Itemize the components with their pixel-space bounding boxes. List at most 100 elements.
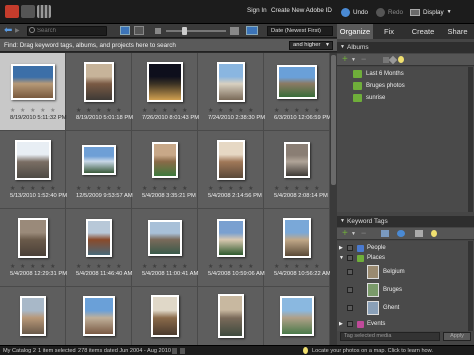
photo-thumbnail[interactable] [18, 218, 48, 258]
lightbulb-icon[interactable] [431, 230, 437, 237]
apply-button[interactable]: Apply [443, 332, 471, 341]
rating-stars[interactable]: ★ ★ ★ ★ ★ [76, 185, 123, 192]
back-arrow-icon[interactable]: ⬅ [4, 25, 12, 36]
photo-cell[interactable] [66, 287, 132, 345]
rating-stars[interactable]: ★ ★ ★ ★ ★ [142, 185, 189, 192]
tag-category-people[interactable]: ▶ People [337, 244, 467, 253]
rating-stars[interactable]: ★ ★ ★ ★ ★ [208, 107, 255, 114]
app-menu-icon[interactable] [5, 5, 19, 18]
photo-thumbnail[interactable] [148, 220, 182, 256]
add-album-icon[interactable]: + [342, 54, 348, 65]
checkbox[interactable] [347, 321, 353, 327]
album-item[interactable]: Last 6 Months [353, 69, 404, 79]
photo-cell[interactable]: ★ ★ ★ ★ ★ 6/3/2010 12:06:59 PM [264, 53, 330, 131]
sort-order-select[interactable]: Date (Newest First) [267, 26, 333, 36]
photo-thumbnail[interactable] [218, 294, 244, 338]
photo-cell[interactable]: ★ ★ ★ ★ ★ 5/4/2008 11:00:41 AM [132, 209, 198, 287]
tag-icon[interactable] [381, 230, 389, 237]
rating-stars[interactable]: ★ ★ ★ ★ ★ [274, 107, 321, 114]
photo-thumbnail[interactable] [217, 219, 245, 257]
zoom-slider[interactable] [166, 27, 226, 35]
tab-share[interactable]: Share [441, 24, 474, 39]
grid-icon[interactable] [37, 5, 51, 18]
thumbnail-view-icon[interactable] [120, 26, 130, 35]
delete-icon[interactable]: − [361, 228, 366, 239]
photo-thumbnail[interactable] [152, 142, 178, 178]
checkbox[interactable] [347, 287, 353, 293]
rating-stars[interactable]: ★ ★ ★ ★ ★ [10, 185, 57, 192]
rating-stars[interactable]: ★ ★ ★ ★ ★ [274, 185, 321, 192]
tags-scrollbar[interactable] [468, 241, 473, 331]
photo-cell[interactable]: ★ ★ ★ ★ ★ 5/4/2008 2:08:14 PM [264, 131, 330, 209]
tag-bruges[interactable]: Bruges [337, 283, 467, 299]
photo-thumbnail[interactable] [20, 296, 46, 336]
tab-fix[interactable]: Fix [373, 24, 405, 39]
sign-in-link[interactable]: Sign In [247, 7, 267, 14]
delete-icon[interactable]: − [361, 54, 366, 65]
full-screen-icon[interactable] [246, 26, 258, 35]
checkbox[interactable] [347, 305, 353, 311]
rating-stars[interactable]: ★ ★ ★ ★ ★ [10, 263, 57, 270]
scrollbar-thumb[interactable] [331, 55, 336, 185]
photo-cell[interactable]: ★ ★ ★ ★ ★ 8/19/2010 5:11:32 PM [0, 53, 67, 131]
album-item[interactable]: sunrise [353, 93, 385, 103]
photo-thumbnail[interactable] [15, 140, 51, 180]
photo-cell[interactable]: ★ ★ ★ ★ ★ 5/4/2008 10:59:06 AM [198, 209, 265, 287]
photo-thumbnail[interactable] [283, 218, 311, 258]
list-view-icon[interactable] [134, 26, 144, 35]
photo-thumbnail[interactable] [86, 219, 112, 257]
rating-stars[interactable]: ★ ★ ★ ★ ★ [208, 263, 255, 270]
photo-cell[interactable]: ★ ★ ★ ★ ★ 7/26/2010 8:01:43 PM [132, 53, 199, 131]
photo-cell[interactable]: ★ ★ ★ ★ ★ 5/4/2008 11:46:40 AM [66, 209, 132, 287]
checkbox[interactable] [347, 255, 353, 261]
photo-cell[interactable]: ★ ★ ★ ★ ★ 5/4/2008 12:29:31 PM [0, 209, 67, 287]
photo-cell[interactable] [198, 287, 264, 345]
search-input[interactable] [27, 26, 107, 36]
keyword-tags-header[interactable]: ▼ Keyword Tags [337, 216, 474, 227]
rating-stars[interactable]: ★ ★ ★ ★ ★ [76, 107, 123, 114]
rating-stars[interactable]: ★ ★ ★ ★ ★ [208, 185, 255, 192]
pencil-icon[interactable] [388, 55, 398, 65]
checkbox[interactable] [347, 245, 353, 251]
photo-thumbnail[interactable] [82, 145, 116, 175]
tip-link[interactable]: Locate your photos on a map. Click to le… [312, 348, 433, 354]
photo-thumbnail[interactable] [217, 62, 245, 102]
chevron-down-icon[interactable]: ▼ [351, 57, 356, 63]
photo-thumbnail[interactable] [11, 64, 55, 100]
redo-button[interactable]: Redo [376, 6, 403, 18]
checkbox[interactable] [347, 269, 353, 275]
catalog-name[interactable]: My Catalog 2 [3, 348, 36, 354]
photo-thumbnail[interactable] [277, 65, 317, 99]
map-icon[interactable] [180, 348, 185, 354]
find-bar[interactable]: Find: Drag keyword tags, albums, and pro… [0, 39, 337, 52]
rating-stars[interactable]: ★ ★ ★ ★ ★ [10, 107, 57, 114]
forward-arrow-icon[interactable]: ▶ [15, 27, 20, 34]
media-scrollbar[interactable] [330, 53, 337, 345]
lightbulb-icon[interactable] [398, 56, 404, 63]
rating-stars[interactable]: ★ ★ ★ ★ ★ [142, 263, 189, 270]
rating-stars[interactable]: ★ ★ ★ ★ ★ [76, 263, 123, 270]
photo-thumbnail[interactable] [284, 142, 310, 178]
tag-media-input[interactable]: Tag selected media [340, 332, 440, 341]
photo-thumbnail[interactable] [83, 296, 115, 336]
albums-header[interactable]: ▼ Albums [337, 42, 474, 53]
import-icon[interactable] [415, 230, 423, 237]
photo-cell[interactable]: ★ ★ ★ ★ ★ 7/24/2010 2:38:30 PM [198, 53, 265, 131]
tag-category-places[interactable]: ▼ Places [337, 254, 467, 263]
photo-cell[interactable]: ★ ★ ★ ★ ★ 5/4/2008 10:56:22 AM [264, 209, 330, 287]
photo-thumbnail[interactable] [280, 296, 314, 336]
photo-thumbnail[interactable] [151, 295, 179, 337]
photo-cell[interactable] [264, 287, 330, 345]
map-icon[interactable] [397, 230, 405, 237]
small-thumb-icon[interactable] [155, 28, 161, 34]
display-button[interactable]: Display ▼ [410, 6, 452, 18]
photo-cell[interactable]: ★ ★ ★ ★ ★ 5/13/2010 1:52:40 PM [0, 131, 67, 209]
photo-cell[interactable] [132, 287, 198, 345]
photo-cell[interactable] [0, 287, 66, 345]
rating-filter-select[interactable]: and higher ▼ [289, 41, 333, 50]
timeline-icon[interactable] [172, 348, 177, 354]
tag-belgium[interactable]: Belgium [337, 265, 467, 281]
albums-scrollbar[interactable] [468, 67, 473, 212]
photo-cell[interactable]: ★ ★ ★ ★ ★ 12/5/2009 9:53:57 AM [66, 131, 133, 209]
photo-thumbnail[interactable] [147, 62, 183, 102]
